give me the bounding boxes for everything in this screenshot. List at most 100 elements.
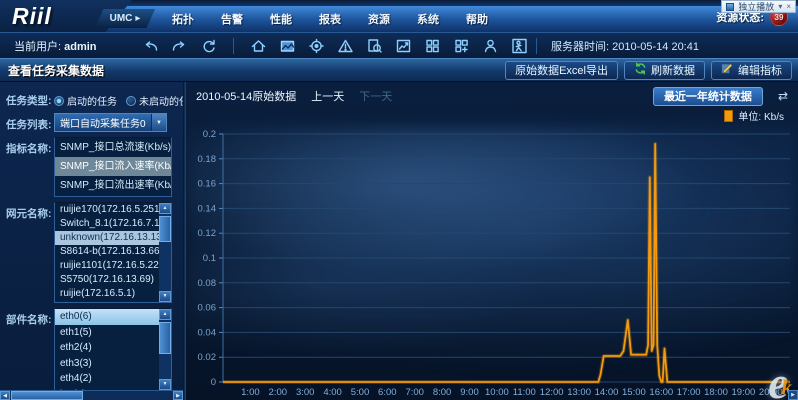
date-title: 2010-05-14原始数据 bbox=[196, 88, 296, 104]
refresh-green-icon bbox=[634, 62, 647, 78]
swap-view-icon[interactable]: ⇄ bbox=[778, 89, 788, 103]
svg-text:5:00: 5:00 bbox=[351, 387, 370, 398]
search-icon[interactable] bbox=[364, 36, 385, 55]
scroll-down-icon[interactable]: ▼ bbox=[159, 379, 171, 390]
list-item[interactable]: SNMP_接口流出速率(Kb/s) bbox=[55, 176, 171, 195]
list-item[interactable]: eth3(3) bbox=[55, 356, 171, 372]
grid-icon[interactable] bbox=[422, 36, 443, 55]
svg-text:0.2: 0.2 bbox=[203, 129, 216, 140]
warning-icon[interactable] bbox=[335, 36, 356, 55]
main-menu: 拓扑 告警 性能 报表 资源 系统 帮助 bbox=[172, 6, 488, 32]
list-item[interactable]: S8614-b(172.16.13.66) bbox=[55, 245, 171, 259]
svg-text:0.1: 0.1 bbox=[203, 253, 216, 264]
scrollbar-thumb[interactable] bbox=[159, 216, 171, 242]
svg-text:15:00: 15:00 bbox=[622, 387, 646, 398]
page-title: 查看任务采集数据 bbox=[8, 62, 104, 79]
menu-item-3[interactable]: 报表 bbox=[319, 11, 341, 27]
task-type-radios: 启动的任务未启动的任务 bbox=[54, 89, 183, 108]
image-icon[interactable] bbox=[277, 36, 298, 55]
menu-item-1[interactable]: 告警 bbox=[221, 11, 243, 27]
player-icon bbox=[726, 3, 734, 11]
component-label: 部件名称: bbox=[0, 308, 54, 327]
list-item[interactable]: eth0(6) bbox=[55, 309, 171, 325]
scrollbar-thumb[interactable] bbox=[11, 391, 83, 400]
server-time: 服务器时间: 2010-05-14 20:41 bbox=[551, 38, 699, 54]
unit-label: 单位: Kb/s bbox=[738, 108, 784, 123]
server-time-label: 服务器时间: bbox=[551, 41, 609, 53]
export-excel-button[interactable]: 原始数据Excel导出 bbox=[505, 61, 618, 80]
component-list: eth0(6)eth1(5)eth2(4)eth3(3)eth4(2)lo0(1… bbox=[54, 308, 172, 391]
svg-text:3:00: 3:00 bbox=[296, 387, 315, 398]
scroll-up-icon[interactable]: ▲ bbox=[159, 203, 171, 214]
menu-item-0[interactable]: 拓扑 bbox=[172, 11, 194, 27]
svg-text:2:00: 2:00 bbox=[269, 387, 288, 398]
menu-item-6[interactable]: 帮助 bbox=[466, 11, 488, 27]
player-dropdown-caret[interactable]: ▾ bbox=[778, 2, 782, 11]
scrollbar-thumb[interactable] bbox=[159, 322, 171, 354]
scroll-right-icon[interactable]: ▶ bbox=[173, 391, 183, 400]
scroll-right-arrow[interactable]: ▶ bbox=[788, 390, 798, 400]
scroll-up-icon[interactable]: ▲ bbox=[159, 309, 171, 320]
menu-item-5[interactable]: 系统 bbox=[417, 11, 439, 27]
radio-option-1[interactable]: 未启动的任务 bbox=[126, 93, 183, 108]
prev-day-link[interactable]: 上一天 bbox=[311, 88, 344, 104]
task-list-select[interactable]: 端口自动采集任务0 ▼ bbox=[54, 113, 167, 132]
list-item[interactable]: Switch_8.1(172.16.7.15) bbox=[55, 217, 171, 231]
current-user-label: 当前用户: bbox=[14, 41, 61, 53]
edit-indicator-label: 编辑指标 bbox=[738, 62, 782, 78]
chart-icon[interactable] bbox=[393, 36, 414, 55]
radio-option-0[interactable]: 启动的任务 bbox=[54, 93, 117, 108]
list-item[interactable]: eth1(5) bbox=[55, 325, 171, 341]
umc-caret-icon: ▸ bbox=[135, 13, 140, 24]
svg-text:19:00: 19:00 bbox=[732, 387, 756, 398]
chart-panel: 2010-05-14原始数据 上一天 下一天 最近一年统计数据 ⇄ 单位: Kb… bbox=[186, 82, 798, 400]
list-item[interactable]: eth4(2) bbox=[55, 371, 171, 387]
scroll-down-icon[interactable]: ▼ bbox=[159, 291, 171, 302]
component-list-scrollbar[interactable]: ▲ ▼ bbox=[159, 309, 171, 390]
scroll-left-icon[interactable]: ◀ bbox=[0, 391, 10, 400]
list-item[interactable]: ruijie(172.16.5.1) bbox=[55, 287, 171, 301]
exit-icon[interactable] bbox=[509, 36, 530, 55]
server-time-value: 2010-05-14 20:41 bbox=[612, 41, 699, 53]
chevron-down-icon[interactable]: ▼ bbox=[151, 114, 166, 131]
app-window: 独立播放 ▾ × Riil UMC ▸ 拓扑告警性能报表资源系统帮助 资源状态:… bbox=[0, 0, 798, 400]
list-item[interactable]: S5750(172.16.13.69) bbox=[55, 273, 171, 287]
forward-icon[interactable] bbox=[169, 36, 190, 55]
next-day-link[interactable]: 下一天 bbox=[359, 88, 392, 104]
element-list-scrollbar[interactable]: ▲ ▼ bbox=[159, 203, 171, 302]
target-icon[interactable] bbox=[306, 36, 327, 55]
list-item[interactable]: unknown(172.16.13.134) bbox=[55, 231, 171, 245]
task-list-label: 任务列表: bbox=[0, 113, 54, 132]
svg-text:0: 0 bbox=[211, 377, 216, 388]
radio-icon[interactable] bbox=[54, 96, 64, 106]
edit-indicator-button[interactable]: 编辑指标 bbox=[711, 61, 792, 80]
close-icon[interactable]: × bbox=[786, 2, 791, 11]
radio-icon[interactable] bbox=[126, 96, 136, 106]
date-navigation: 2010-05-14原始数据 上一天 下一天 最近一年统计数据 ⇄ bbox=[186, 82, 798, 107]
svg-text:0.02: 0.02 bbox=[198, 352, 217, 363]
list-item[interactable]: SNMP_接口流入速率(Kb/s) bbox=[55, 157, 171, 176]
menu-item-2[interactable]: 性能 bbox=[270, 11, 292, 27]
back-icon[interactable] bbox=[140, 36, 161, 55]
umc-menu-button[interactable]: UMC ▸ bbox=[95, 9, 155, 28]
refresh-icon[interactable] bbox=[198, 36, 219, 55]
refresh-data-label: 刷新数据 bbox=[651, 62, 695, 78]
user-icon[interactable] bbox=[480, 36, 501, 55]
grid-plus-icon[interactable] bbox=[451, 36, 472, 55]
year-stats-button[interactable]: 最近一年统计数据 bbox=[653, 87, 763, 106]
panel-horizontal-scrollbar[interactable]: ◀ ▶ bbox=[0, 390, 183, 400]
umc-label: UMC bbox=[110, 13, 133, 24]
svg-text:12:00: 12:00 bbox=[540, 387, 564, 398]
toolbar-divider bbox=[536, 38, 537, 54]
list-item[interactable]: ruijie1101(172.16.5.223) bbox=[55, 259, 171, 273]
refresh-data-button[interactable]: 刷新数据 bbox=[624, 61, 705, 80]
floating-player-bar[interactable]: 独立播放 ▾ × bbox=[721, 0, 796, 13]
svg-text:20:00: 20:00 bbox=[759, 387, 783, 398]
list-item[interactable]: ruijie170(172.16.5.251) bbox=[55, 203, 171, 217]
svg-text:0.18: 0.18 bbox=[198, 154, 217, 165]
list-item[interactable]: eth2(4) bbox=[55, 340, 171, 356]
legend: 单位: Kb/s bbox=[186, 107, 798, 124]
home-icon[interactable] bbox=[248, 36, 269, 55]
list-item[interactable]: SNMP_接口总流速(Kb/s) bbox=[55, 138, 171, 157]
menu-item-4[interactable]: 资源 bbox=[368, 11, 390, 27]
